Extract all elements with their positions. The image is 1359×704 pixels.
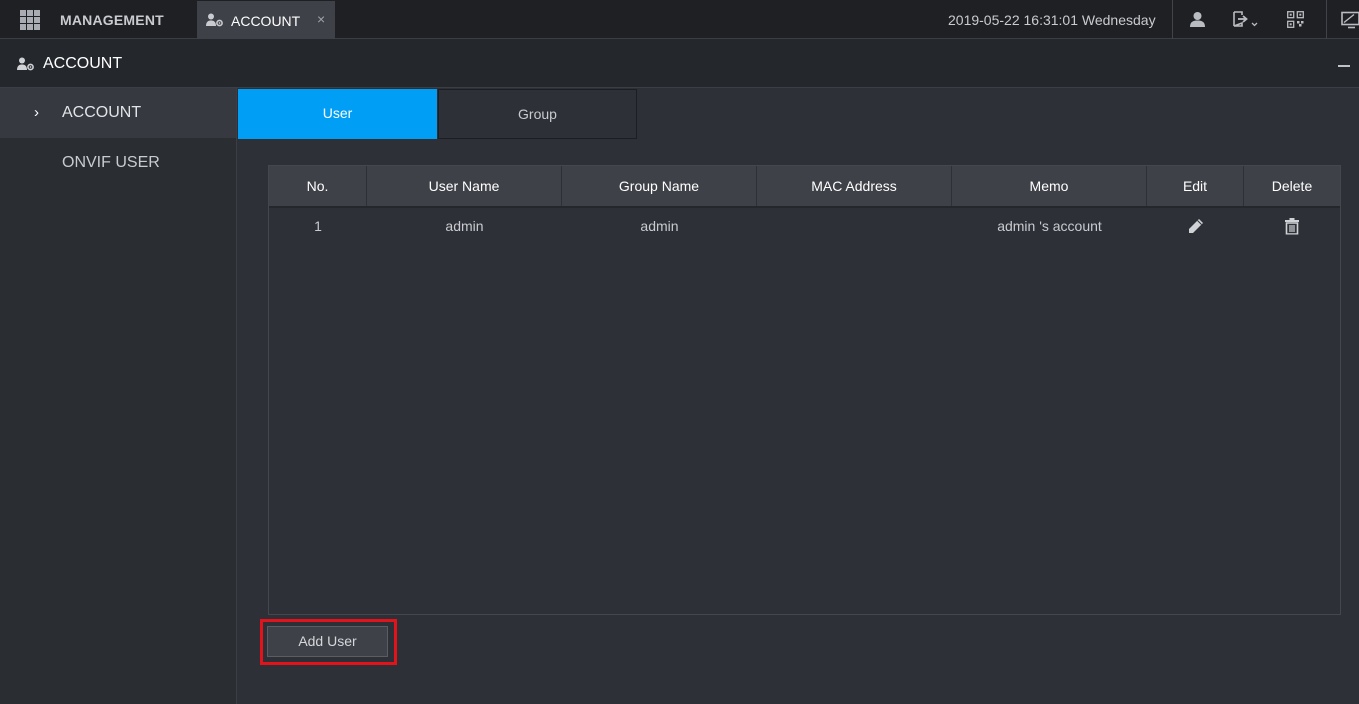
account-settings-icon — [206, 13, 224, 32]
cell-group-name: admin — [640, 218, 679, 234]
column-header-user-name: User Name — [367, 166, 562, 206]
cell-mac-address — [757, 208, 952, 244]
column-header-edit: Edit — [1147, 166, 1244, 206]
delete-button[interactable] — [1244, 208, 1340, 244]
account-settings-icon — [17, 57, 35, 76]
tab-account-label: ACCOUNT — [231, 13, 301, 29]
column-header-memo: Memo — [952, 166, 1147, 206]
datetime-display: 2019-05-22 16:31:01 Wednesday — [948, 12, 1156, 28]
cell-user-name: admin — [445, 218, 484, 234]
column-header-group-name: Group Name — [562, 166, 757, 206]
sidebar-item-account[interactable]: › ACCOUNT — [0, 88, 236, 138]
apps-grid-icon[interactable] — [20, 10, 40, 30]
trash-icon — [1285, 218, 1299, 235]
add-user-button[interactable]: Add User — [267, 626, 388, 657]
tab-group[interactable]: Group — [438, 89, 637, 139]
sidebar: › ACCOUNT ONVIF USER — [0, 88, 237, 704]
tab-user[interactable]: User — [238, 89, 437, 139]
cell-no: 1 — [314, 218, 322, 234]
minimize-icon[interactable] — [1338, 65, 1350, 67]
logout-icon[interactable] — [1232, 11, 1258, 33]
user-table: No. User Name Group Name MAC Address Mem… — [268, 165, 1341, 615]
table-row[interactable]: 1 admin admin admin 's account — [269, 208, 1340, 244]
table-header: No. User Name Group Name MAC Address Mem… — [269, 166, 1340, 208]
app-title[interactable]: MANAGEMENT — [60, 12, 164, 28]
divider — [1172, 0, 1173, 39]
user-icon[interactable] — [1189, 11, 1206, 33]
pencil-icon — [1188, 219, 1203, 233]
sidebar-item-label: ACCOUNT — [62, 104, 142, 121]
column-header-delete: Delete — [1271, 178, 1313, 194]
top-bar: MANAGEMENT ACCOUNT × 2019-05-22 16:31:01… — [0, 0, 1359, 39]
sidebar-item-label: ONVIF USER — [62, 154, 160, 171]
column-header-no: No. — [269, 166, 367, 206]
sidebar-item-onvif-user[interactable]: ONVIF USER — [0, 138, 236, 188]
close-icon[interactable]: × — [317, 11, 325, 27]
tab-account[interactable]: ACCOUNT × — [197, 1, 335, 39]
column-header-mac-address: MAC Address — [757, 166, 952, 206]
monitor-icon[interactable] — [1341, 11, 1359, 34]
page-header: ACCOUNT — [0, 39, 1359, 88]
qr-code-icon[interactable] — [1287, 11, 1304, 33]
page-title: ACCOUNT — [43, 55, 123, 72]
cell-memo: admin 's account — [997, 218, 1102, 234]
divider — [1326, 0, 1327, 39]
chevron-right-icon: › — [34, 104, 39, 121]
edit-button[interactable] — [1147, 208, 1244, 244]
